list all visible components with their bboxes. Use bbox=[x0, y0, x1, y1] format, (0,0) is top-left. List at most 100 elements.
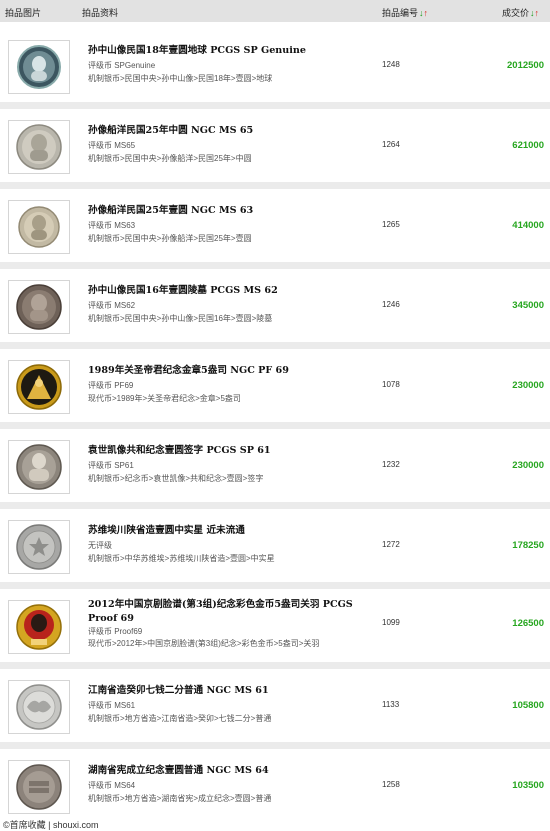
item-grade: 评级币 SP61 bbox=[88, 461, 134, 470]
item-price: 105800 bbox=[512, 700, 544, 711]
coin-thumbnail[interactable] bbox=[8, 280, 70, 334]
list-item[interactable]: 江南省造癸卯七钱二分普通 NGC MS 61 评级币 MS61 机制银币>地方省… bbox=[0, 670, 550, 744]
item-price: 230000 bbox=[512, 460, 544, 471]
item-category: 机制银币>地方省造>湖南省宪>成立纪念>壹圆>普通 bbox=[88, 794, 272, 803]
col-lot-label: 拍品编号 bbox=[382, 8, 419, 18]
item-title[interactable]: 孙中山像民国16年壹圆陵墓 PCGS MS 62 bbox=[88, 284, 378, 298]
watermark-bar: ©首席收藏 | shouxi.com bbox=[0, 817, 550, 831]
list-item[interactable]: 湖南省宪成立纪念壹圆普通 NGC MS 64 评级币 MS64 机制银币>地方省… bbox=[0, 750, 550, 824]
coin-image-icon bbox=[16, 684, 62, 730]
item-title[interactable]: 孙像船洋民国25年壹圆 NGC MS 63 bbox=[88, 204, 378, 218]
list-item[interactable]: 袁世凯像共和纪念壹圆签字 PCGS SP 61 评级币 SP61 机制银币>纪念… bbox=[0, 430, 550, 504]
item-lot-number: 1133 bbox=[382, 700, 400, 709]
coin-thumbnail[interactable] bbox=[8, 120, 70, 174]
item-category: 现代币>1989年>关圣帝君纪念>金章>5盎司 bbox=[88, 394, 241, 403]
coin-thumbnail[interactable] bbox=[8, 600, 70, 654]
col-price-header[interactable]: 成交价↓↑ bbox=[502, 6, 539, 19]
item-grade: 评级币 PF69 bbox=[88, 381, 134, 390]
item-category: 机制银币>民国中央>孙像船洋>民国25年>壹圆 bbox=[88, 234, 252, 243]
item-lot-number: 1258 bbox=[382, 780, 400, 789]
list-item[interactable]: 孙像船洋民国25年中圆 NGC MS 65 评级币 MS65 机制银币>民国中央… bbox=[0, 110, 550, 184]
item-category: 机制银币>纪念币>袁世凯像>共和纪念>壹圆>签字 bbox=[88, 474, 264, 483]
table-header: 拍品图片 拍品资料 拍品编号↓↑ 成交价↓↑ bbox=[0, 0, 550, 22]
item-title[interactable]: 2012年中国京剧脸谱(第3组)纪念彩色金币5盎司关羽 PCGS Proof 6… bbox=[88, 598, 378, 626]
coin-image-icon bbox=[16, 444, 62, 490]
row-divider bbox=[0, 262, 550, 269]
list-item[interactable]: 苏维埃川陕省造壹圆中实星 近未流通 无评级 机制银币>中华苏维埃>苏维埃川陕省造… bbox=[0, 510, 550, 584]
item-lot-number: 1099 bbox=[382, 618, 400, 627]
coin-thumbnail[interactable] bbox=[8, 520, 70, 574]
coin-thumbnail[interactable] bbox=[8, 440, 70, 494]
item-lot-number: 1264 bbox=[382, 140, 400, 149]
item-lot-number: 1246 bbox=[382, 300, 400, 309]
row-divider bbox=[0, 742, 550, 749]
col-info-header: 拍品资料 bbox=[82, 8, 119, 18]
col-image-header: 拍品图片 bbox=[5, 8, 42, 18]
coin-thumbnail[interactable] bbox=[8, 360, 70, 414]
row-divider bbox=[0, 582, 550, 589]
item-price: 345000 bbox=[512, 300, 544, 311]
item-grade: 评级币 MS62 bbox=[88, 301, 136, 310]
item-title[interactable]: 孙中山像民国18年壹圆地球 PCGS SP Genuine bbox=[88, 44, 378, 58]
coin-thumbnail[interactable] bbox=[8, 680, 70, 734]
item-title[interactable]: 孙像船洋民国25年中圆 NGC MS 65 bbox=[88, 124, 378, 138]
col-lot-header[interactable]: 拍品编号↓↑ bbox=[382, 6, 428, 19]
item-category: 机制银币>民国中央>孙中山像>民国18年>壹圆>地球 bbox=[88, 74, 273, 83]
item-grade: 评级币 MS63 bbox=[88, 221, 136, 230]
watermark-text: ©首席收藏 | shouxi.com bbox=[3, 820, 99, 830]
item-grade: 评级币 Proof69 bbox=[88, 627, 143, 636]
sort-up-icon[interactable]: ↑ bbox=[424, 8, 429, 18]
item-grade: 评级币 MS61 bbox=[88, 701, 136, 710]
item-lot-number: 1248 bbox=[382, 60, 400, 69]
item-grade: 评级币 SPGenuine bbox=[88, 61, 156, 70]
item-price: 2012500 bbox=[507, 60, 544, 71]
item-title[interactable]: 湖南省宪成立纪念壹圆普通 NGC MS 64 bbox=[88, 764, 378, 778]
coin-thumbnail[interactable] bbox=[8, 40, 70, 94]
col-price-label: 成交价 bbox=[502, 8, 530, 18]
coin-image-icon bbox=[16, 764, 62, 810]
coin-image-icon bbox=[17, 45, 61, 89]
coin-thumbnail[interactable] bbox=[8, 760, 70, 814]
item-category: 机制银币>地方省造>江南省造>癸卯>七钱二分>普通 bbox=[88, 714, 272, 723]
item-title[interactable]: 苏维埃川陕省造壹圆中实星 近未流通 bbox=[88, 524, 378, 538]
item-lot-number: 1078 bbox=[382, 380, 400, 389]
item-category: 机制银币>民国中央>孙像船洋>民国25年>中圆 bbox=[88, 154, 252, 163]
item-grade: 评级币 MS65 bbox=[88, 141, 136, 150]
sort-up-icon[interactable]: ↑ bbox=[535, 8, 540, 18]
coin-image-icon bbox=[16, 524, 62, 570]
coin-image-icon bbox=[16, 604, 62, 650]
item-price: 230000 bbox=[512, 380, 544, 391]
row-divider bbox=[0, 182, 550, 189]
item-category: 机制银币>中华苏维埃>苏维埃川陕省造>壹圆>中实星 bbox=[88, 554, 275, 563]
coin-image-icon bbox=[16, 124, 62, 170]
item-lot-number: 1232 bbox=[382, 460, 400, 469]
item-price: 178250 bbox=[512, 540, 544, 551]
row-divider bbox=[0, 102, 550, 109]
list-item[interactable]: 孙中山像民国16年壹圆陵墓 PCGS MS 62 评级币 MS62 机制银币>民… bbox=[0, 270, 550, 344]
list-item[interactable]: 孙中山像民国18年壹圆地球 PCGS SP Genuine 评级币 SPGenu… bbox=[0, 30, 550, 104]
item-category: 机制银币>民国中央>孙中山像>民国16年>壹圆>陵墓 bbox=[88, 314, 273, 323]
item-price: 621000 bbox=[512, 140, 544, 151]
list-item[interactable]: 2012年中国京剧脸谱(第3组)纪念彩色金币5盎司关羽 PCGS Proof 6… bbox=[0, 590, 550, 664]
item-title[interactable]: 江南省造癸卯七钱二分普通 NGC MS 61 bbox=[88, 684, 378, 698]
item-category: 现代币>2012年>中国京剧脸谱(第3组)纪念>彩色金币>5盎司>关羽 bbox=[88, 639, 320, 648]
row-divider bbox=[0, 502, 550, 509]
item-lot-number: 1265 bbox=[382, 220, 400, 229]
item-price: 103500 bbox=[512, 780, 544, 791]
item-lot-number: 1272 bbox=[382, 540, 400, 549]
list-item[interactable]: 孙像船洋民国25年壹圆 NGC MS 63 评级币 MS63 机制银币>民国中央… bbox=[0, 190, 550, 264]
row-divider bbox=[0, 662, 550, 669]
item-price: 126500 bbox=[512, 618, 544, 629]
item-grade: 无评级 bbox=[88, 541, 112, 550]
list-item[interactable]: 1989年关圣帝君纪念金章5盎司 NGC PF 69 评级币 PF69 现代币>… bbox=[0, 350, 550, 424]
item-grade: 评级币 MS64 bbox=[88, 781, 136, 790]
item-price: 414000 bbox=[512, 220, 544, 231]
item-title[interactable]: 1989年关圣帝君纪念金章5盎司 NGC PF 69 bbox=[88, 364, 378, 378]
item-title[interactable]: 袁世凯像共和纪念壹圆签字 PCGS SP 61 bbox=[88, 444, 378, 458]
coin-image-icon bbox=[16, 284, 62, 330]
coin-image-icon bbox=[18, 206, 60, 248]
coin-image-icon bbox=[16, 364, 62, 410]
row-divider bbox=[0, 422, 550, 429]
coin-thumbnail[interactable] bbox=[8, 200, 70, 254]
row-divider bbox=[0, 342, 550, 349]
